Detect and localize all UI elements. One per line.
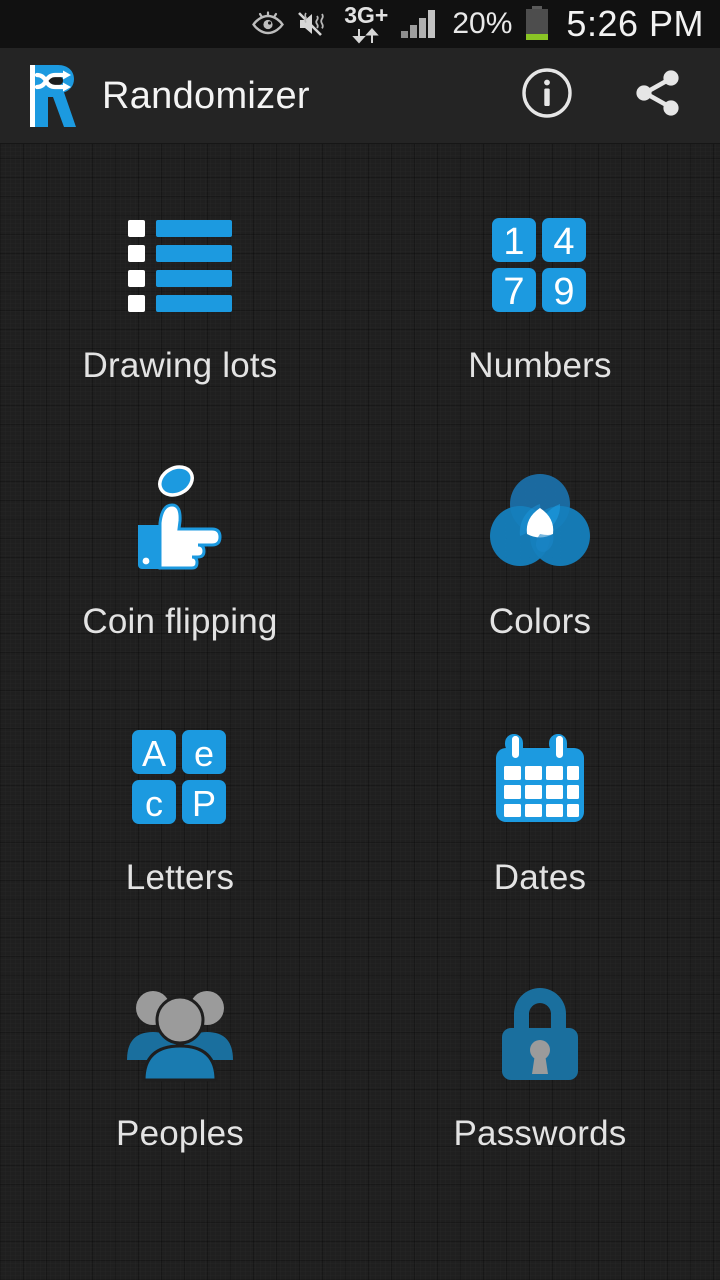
info-button[interactable] — [520, 67, 574, 124]
info-icon — [521, 67, 573, 124]
page-title: Randomizer — [102, 74, 310, 117]
grid-item-label: Dates — [493, 858, 587, 897]
3g-plus-data-icon: 3G+ — [344, 4, 388, 44]
padlock-icon — [488, 968, 592, 1100]
grid-item-label: Coin flipping — [82, 602, 278, 641]
randomizer-logo — [24, 63, 84, 129]
letters-tiles-icon: A e c P — [132, 712, 228, 844]
grid-item-label: Colors — [488, 602, 592, 641]
tile-digit-3: 7 — [503, 271, 524, 313]
share-button[interactable] — [630, 69, 684, 123]
coin-flip-hand-icon — [128, 456, 232, 588]
tile-letter-4: P — [192, 783, 216, 824]
feature-grid: Drawing lots 1 4 7 9 Numbers Coin flippi… — [0, 144, 720, 1224]
grid-item-label: Letters — [125, 858, 235, 897]
battery-icon — [524, 6, 550, 42]
tile-letter-3: c — [145, 783, 163, 824]
tile-letter-1: A — [142, 733, 166, 774]
tile-digit-4: 9 — [553, 271, 574, 313]
app-bar-brand: Randomizer — [24, 63, 520, 129]
grid-item-colors[interactable]: Colors — [360, 456, 720, 712]
app-bar: Randomizer — [0, 48, 720, 144]
calendar-icon — [488, 712, 592, 844]
grid-item-letters[interactable]: A e c P Letters — [0, 712, 360, 968]
signal-bars-icon — [400, 9, 440, 39]
people-group-icon — [123, 968, 237, 1100]
grid-item-passwords[interactable]: Passwords — [360, 968, 720, 1224]
grid-item-label: Peoples — [116, 1114, 244, 1153]
smart-stay-eye-icon — [252, 11, 285, 37]
status-clock: 5:26 PM — [566, 3, 704, 44]
tile-letter-2: e — [194, 733, 214, 774]
numbers-tiles-icon: 1 4 7 9 — [492, 200, 588, 332]
status-bar: 3G+ 20% 5:26 PM — [0, 0, 720, 48]
tile-digit-1: 1 — [503, 221, 524, 263]
mute-icon — [296, 10, 332, 38]
grid-item-label: Numbers — [468, 346, 612, 385]
grid-item-peoples[interactable]: Peoples — [0, 968, 360, 1224]
app-bar-actions — [520, 67, 698, 124]
color-circles-icon — [488, 456, 592, 588]
tile-digit-2: 4 — [553, 221, 574, 263]
grid-item-label: Passwords — [453, 1114, 627, 1153]
grid-item-numbers[interactable]: 1 4 7 9 Numbers — [360, 200, 720, 456]
grid-item-drawing-lots[interactable]: Drawing lots — [0, 200, 360, 456]
list-lots-icon — [128, 200, 232, 332]
grid-item-dates[interactable]: Dates — [360, 712, 720, 968]
battery-percent-label: 20% — [452, 7, 513, 40]
grid-item-coin-flipping[interactable]: Coin flipping — [0, 456, 360, 712]
app-root: 3G+ 20% 5:26 PM Randomizer Drawing lots … — [0, 0, 720, 1280]
grid-item-label: Drawing lots — [82, 346, 278, 385]
main-content: Drawing lots 1 4 7 9 Numbers Coin flippi… — [0, 144, 720, 1280]
network-type-label: 3G+ — [344, 2, 389, 28]
share-icon — [630, 67, 684, 124]
